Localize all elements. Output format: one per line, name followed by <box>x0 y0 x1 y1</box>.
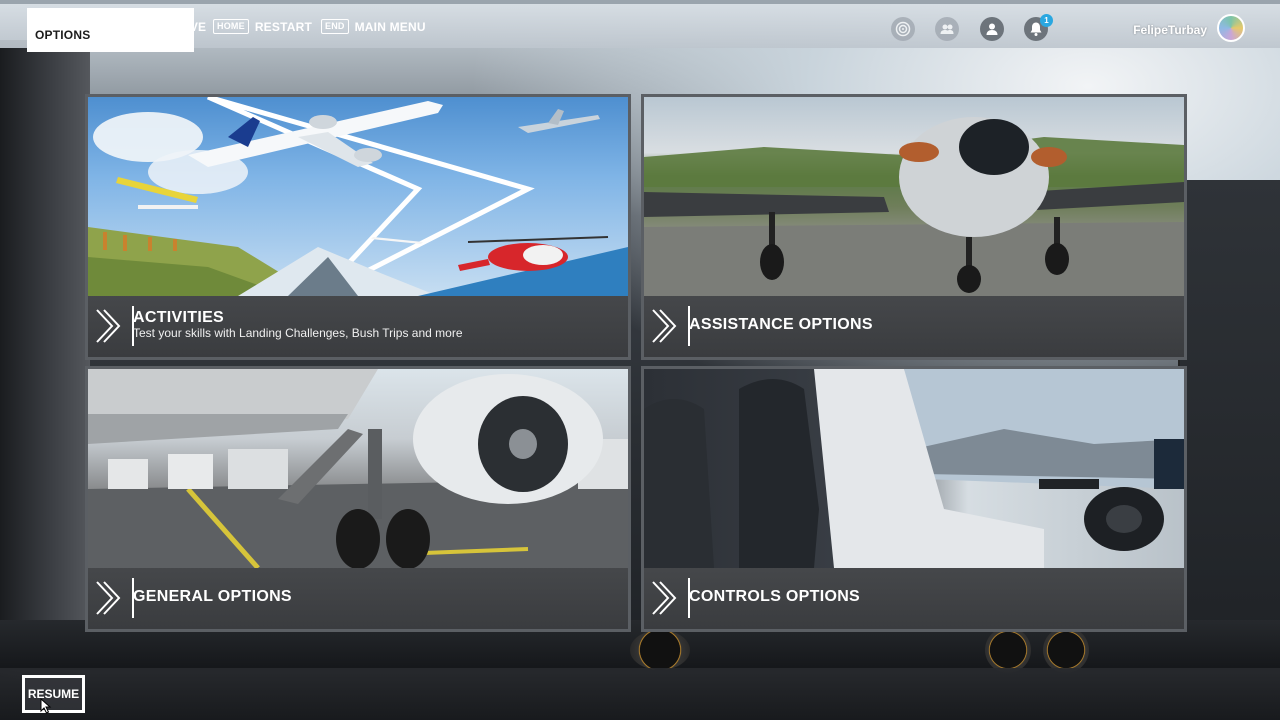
assistance-options-footer: ASSISTANCE OPTIONS <box>644 296 1184 357</box>
activities-footer: ACTIVITIES Test your skills with Landing… <box>88 296 628 357</box>
activities-card[interactable]: ACTIVITIES Test your skills with Landing… <box>85 94 631 360</box>
target-icon[interactable] <box>891 17 915 41</box>
restart-button[interactable]: HOME RESTART <box>213 19 312 34</box>
chevron-right-icon <box>94 578 134 618</box>
activities-title: ACTIVITIES <box>133 309 225 326</box>
general-options-footer: GENERAL OPTIONS <box>88 568 628 629</box>
dashboard-gauge <box>1043 627 1089 673</box>
cockpit-pillar <box>0 40 90 680</box>
mouse-cursor-icon <box>40 697 52 714</box>
notification-bell-icon[interactable]: 1 <box>1024 14 1053 41</box>
profile-icon[interactable] <box>980 17 1004 41</box>
resume-button[interactable]: RESUME <box>22 675 85 713</box>
load-save-label: LOAD/SAVE <box>135 19 207 34</box>
user-avatar[interactable] <box>1217 14 1245 42</box>
bottom-bar <box>0 668 1280 720</box>
home-key-badge: HOME <box>213 19 249 34</box>
end-key-badge: END <box>321 19 349 34</box>
general-options-image <box>88 369 628 568</box>
controls-options-card[interactable]: CONTROLS OPTIONS <box>641 366 1187 632</box>
general-options-card[interactable]: GENERAL OPTIONS <box>85 366 631 632</box>
load-save-button[interactable]: SPACE LOAD/SAVE <box>90 19 206 34</box>
dashboard-gauge <box>630 630 690 670</box>
group-icon[interactable] <box>935 17 959 41</box>
chevron-right-icon <box>94 306 134 346</box>
notification-count-badge: 1 <box>1040 14 1053 27</box>
username[interactable]: FelipeTurbay <box>1133 23 1207 37</box>
main-menu-label: MAIN MENU <box>354 19 426 34</box>
controls-options-footer: CONTROLS OPTIONS <box>644 568 1184 629</box>
assistance-options-card[interactable]: ASSISTANCE OPTIONS <box>641 94 1187 360</box>
chevron-right-icon <box>650 306 690 346</box>
activities-subtitle: Test your skills with Landing Challenges… <box>133 326 463 340</box>
dashboard-gauge <box>985 627 1031 673</box>
space-key-badge: SPACE <box>90 19 130 34</box>
controls-options-title: CONTROLS OPTIONS <box>689 588 861 605</box>
activities-image <box>88 97 628 296</box>
controls-options-image <box>644 369 1184 568</box>
chevron-right-icon <box>650 578 690 618</box>
main-menu-button[interactable]: END MAIN MENU <box>321 19 426 34</box>
general-options-title: GENERAL OPTIONS <box>133 588 292 605</box>
assistance-options-image <box>644 97 1184 296</box>
restart-label: RESTART <box>254 19 312 34</box>
assistance-options-title: ASSISTANCE OPTIONS <box>689 316 873 333</box>
instrument-panel <box>1178 180 1280 670</box>
